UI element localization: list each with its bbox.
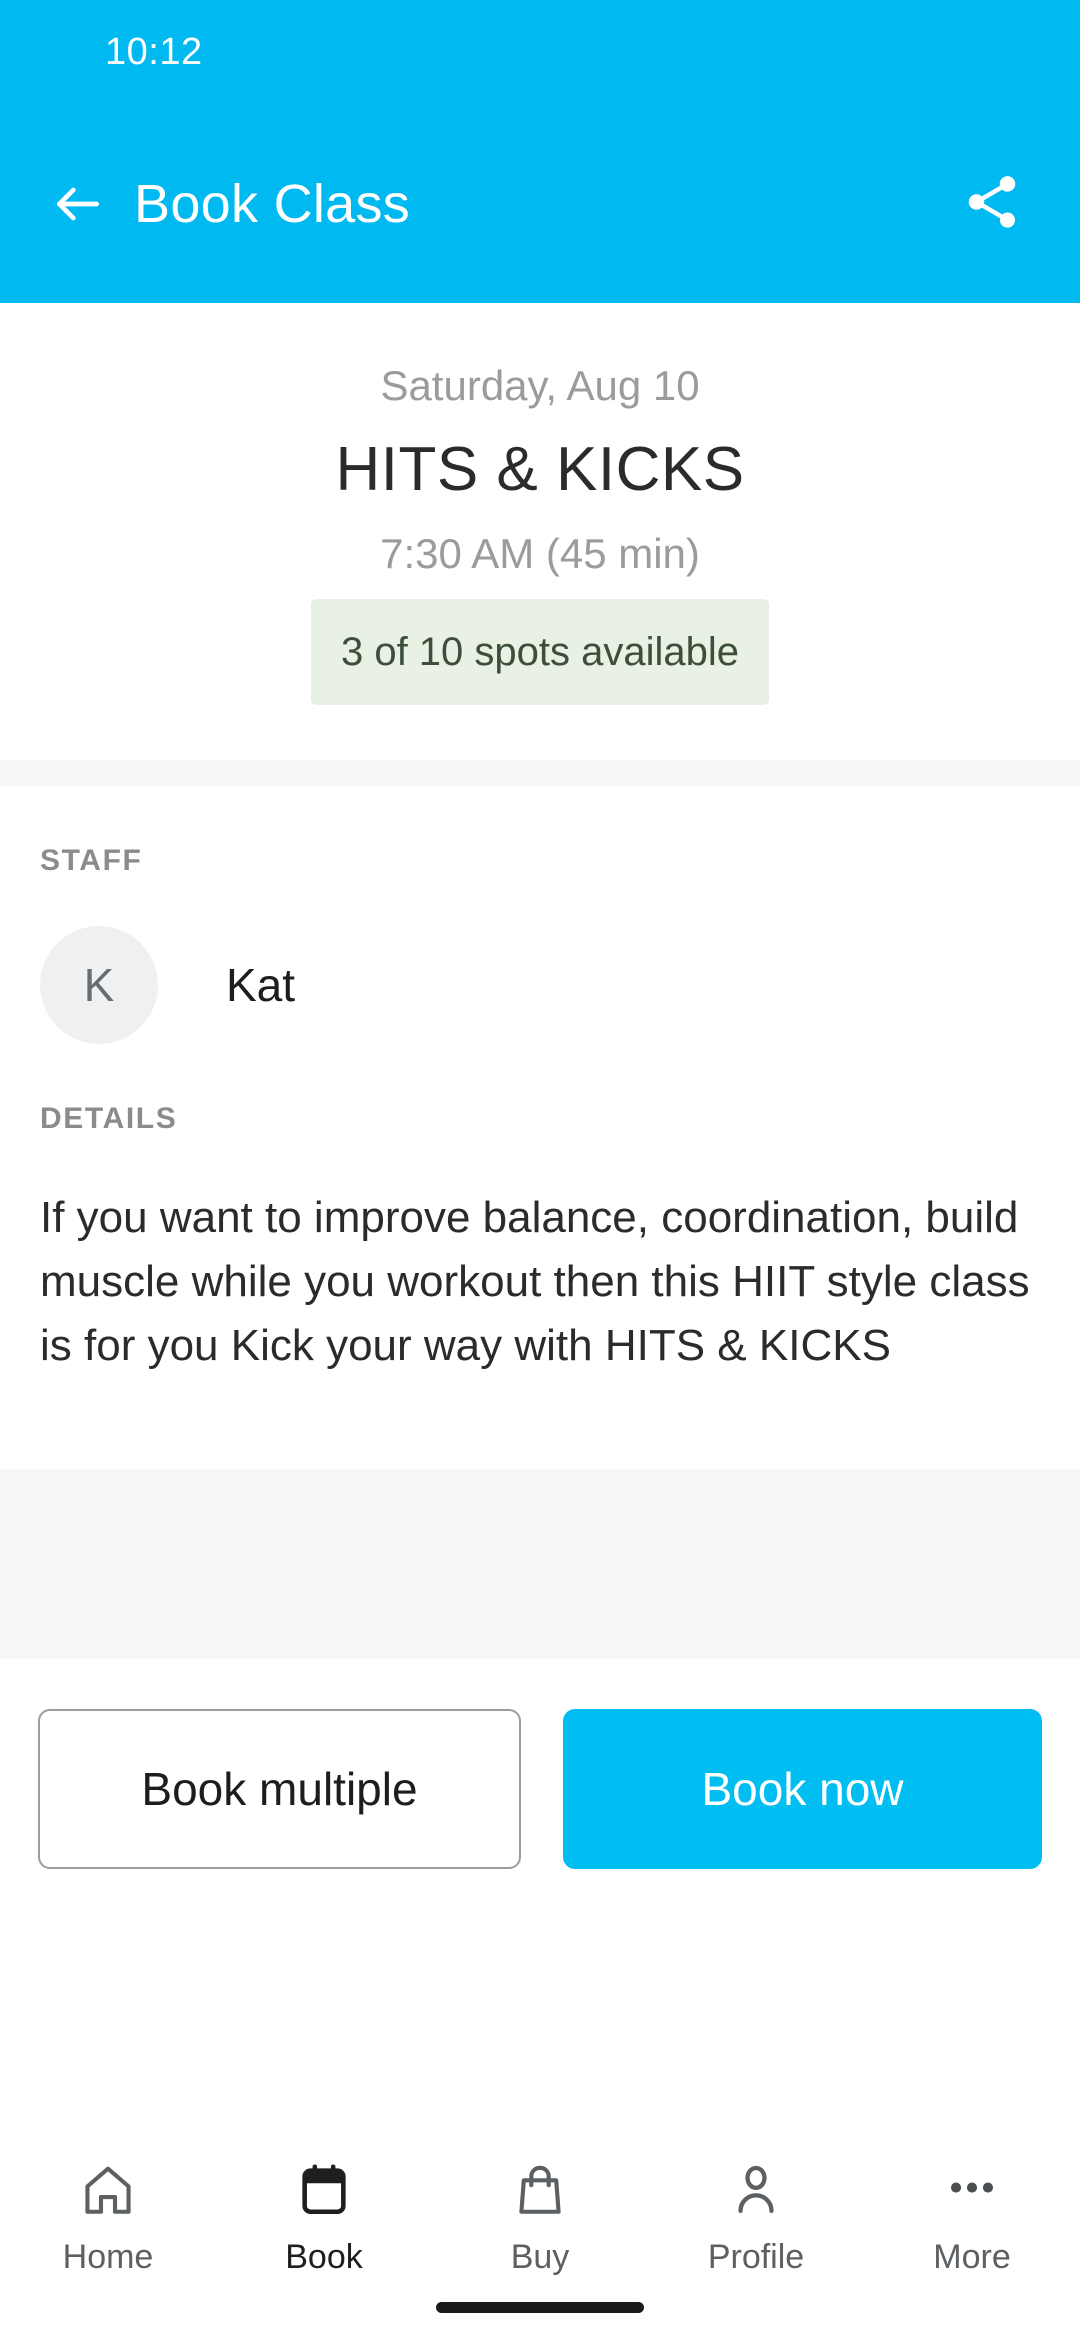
section-divider-bottom	[0, 1468, 1080, 1659]
ellipsis-icon	[943, 2154, 1001, 2226]
class-summary: Saturday, Aug 10 HITS & KICKS 7:30 AM (4…	[0, 303, 1080, 705]
back-button[interactable]	[40, 166, 116, 242]
bag-icon	[511, 2154, 569, 2226]
details-section-label: DETAILS	[40, 1101, 178, 1135]
home-indicator[interactable]	[436, 2302, 644, 2313]
nav-label-book: Book	[285, 2238, 363, 2276]
home-indicator-wrapper	[0, 2302, 1080, 2313]
section-divider-top	[0, 759, 1080, 786]
staff-name: Kat	[226, 958, 296, 1011]
avatar: K	[40, 925, 158, 1044]
home-icon	[79, 2154, 137, 2226]
app-bar-row: Book Class	[0, 105, 1080, 303]
book-multiple-button[interactable]: Book multiple	[38, 1708, 521, 1869]
book-class-screen: 10:12 Book Class Saturday, Aug 10 HITS &…	[0, 0, 1080, 2340]
availability-badge-wrapper: 3 of 10 spots available	[40, 598, 1040, 705]
staff-section-label: STAFF	[40, 843, 143, 877]
nav-label-buy: Buy	[510, 2238, 570, 2276]
calendar-icon	[295, 2154, 353, 2226]
nav-label-home: Home	[62, 2238, 154, 2276]
nav-item-buy[interactable]: Buy	[432, 2154, 648, 2274]
class-date: Saturday, Aug 10	[380, 362, 700, 409]
status-badge: 3 of 10 spots available	[310, 598, 770, 705]
person-icon	[727, 2154, 785, 2226]
app-bar: 10:12 Book Class	[0, 0, 1080, 303]
class-detail-content: STAFF K Kat DETAILS If you want to impro…	[0, 785, 1080, 1379]
class-name: HITS & KICKS	[335, 435, 745, 505]
nav-item-profile[interactable]: Profile	[648, 2154, 864, 2274]
action-bar: Book multiple Book now	[0, 1658, 1080, 1869]
book-now-button[interactable]: Book now	[563, 1708, 1042, 1869]
arrow-left-icon	[50, 176, 106, 232]
nav-label-more: More	[933, 2238, 1011, 2276]
nav-label-profile: Profile	[707, 2238, 805, 2276]
status-bar-clock: 10:12	[105, 31, 203, 73]
details-description: If you want to improve balance, coordina…	[40, 1192, 1030, 1371]
avatar-initial: K	[83, 958, 115, 1011]
share-button[interactable]	[952, 164, 1032, 244]
nav-item-more[interactable]: More	[864, 2154, 1080, 2274]
nav-item-home[interactable]: Home	[0, 2154, 216, 2274]
status-bar: 10:12	[0, 0, 1080, 105]
staff-row[interactable]: K Kat	[40, 925, 1040, 1044]
page-title: Book Class	[134, 174, 411, 234]
class-time: 7:30 AM (45 min)	[380, 529, 700, 577]
nav-item-book[interactable]: Book	[216, 2154, 432, 2274]
share-icon	[961, 171, 1023, 238]
